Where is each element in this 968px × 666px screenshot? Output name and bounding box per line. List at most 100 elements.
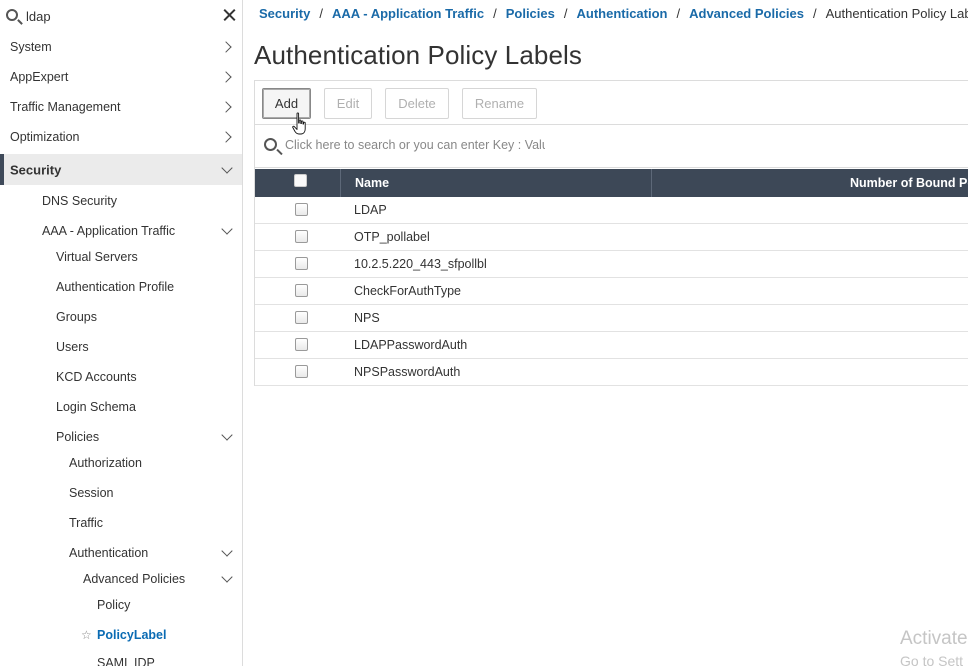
row-checkbox[interactable] bbox=[295, 311, 308, 324]
close-icon[interactable] bbox=[221, 6, 239, 24]
chevron-right-icon bbox=[220, 71, 232, 83]
chevron-down-icon bbox=[221, 161, 233, 174]
sidebar-item-authorization[interactable]: Authorization bbox=[0, 448, 242, 478]
toolbar: Add Edit Delete Rename bbox=[255, 81, 968, 125]
hand-pointer-cursor-icon bbox=[292, 112, 306, 135]
sidebar-item-label: Session bbox=[69, 486, 114, 500]
breadcrumb-security[interactable]: Security bbox=[259, 6, 310, 21]
activate-watermark-subtext: Go to Sett bbox=[900, 653, 964, 666]
sidebar-item-label: Traffic Management bbox=[10, 100, 121, 114]
sidebar-item-kcd-accounts[interactable]: KCD Accounts bbox=[0, 362, 242, 392]
breadcrumb-policies[interactable]: Policies bbox=[506, 6, 555, 21]
sidebar-item-users[interactable]: Users bbox=[0, 332, 242, 362]
table-search-bar bbox=[255, 125, 968, 168]
breadcrumb-current: Authentication Policy Labels bbox=[825, 6, 968, 21]
chevron-down-icon bbox=[221, 223, 233, 235]
search-icon bbox=[6, 9, 18, 21]
sidebar-navigation: System AppExpert Traffic Management Opti… bbox=[0, 0, 243, 666]
sidebar-item-traffic[interactable]: Traffic bbox=[0, 508, 242, 538]
breadcrumb-separator: / bbox=[493, 6, 497, 21]
sidebar-item-session[interactable]: Session bbox=[0, 478, 242, 508]
sidebar-item-label: Policy bbox=[97, 598, 131, 612]
sidebar-item-label: Authorization bbox=[69, 456, 142, 470]
activate-watermark: Activate bbox=[900, 628, 968, 649]
sidebar-item-label: System bbox=[10, 40, 52, 54]
row-name: 10.2.5.220_443_sfpollbl bbox=[354, 257, 487, 271]
sidebar-item-label: AAA - Application Traffic bbox=[42, 224, 176, 238]
sidebar-item-groups[interactable]: Groups bbox=[0, 302, 242, 332]
sidebar-item-label: Authentication bbox=[69, 546, 149, 560]
sidebar-item-label: Login Schema bbox=[56, 400, 136, 414]
breadcrumb-authentication[interactable]: Authentication bbox=[576, 6, 667, 21]
sidebar-item-system[interactable]: System bbox=[0, 32, 242, 62]
breadcrumb-separator: / bbox=[319, 6, 323, 21]
row-name: LDAPPasswordAuth bbox=[354, 338, 468, 352]
main-content: Security / AAA - Application Traffic / Polic… bbox=[244, 0, 968, 666]
sidebar-item-authentication-profile[interactable]: Authentication Profile bbox=[0, 272, 242, 302]
chevron-right-icon bbox=[220, 41, 232, 53]
row-checkbox[interactable] bbox=[295, 284, 308, 297]
table-row[interactable]: NPS bbox=[255, 305, 968, 332]
sidebar-item-virtual-servers[interactable]: Virtual Servers bbox=[0, 242, 242, 272]
row-name: LDAP bbox=[354, 203, 387, 217]
row-name: OTP_pollabel bbox=[354, 230, 430, 244]
breadcrumb-separator: / bbox=[563, 6, 568, 21]
sidebar-item-label: Virtual Servers bbox=[56, 250, 138, 264]
table-search-input[interactable] bbox=[285, 135, 545, 155]
sidebar-item-label: PolicyLabel bbox=[97, 628, 167, 642]
table-row[interactable]: NPSPasswordAuth bbox=[255, 359, 968, 386]
sidebar-item-login-schema[interactable]: Login Schema bbox=[0, 392, 242, 422]
sidebar-item-label: Policies bbox=[56, 430, 100, 444]
policy-labels-panel: Add Edit Delete Rename Name Number of Bo… bbox=[254, 80, 968, 386]
sidebar-item-label: Authentication Profile bbox=[56, 280, 175, 294]
sidebar-item-saml-idp[interactable]: SAML IDP bbox=[0, 648, 242, 666]
table-row[interactable]: LDAP bbox=[255, 197, 968, 224]
sidebar-item-label: Traffic bbox=[69, 516, 104, 530]
sidebar-item-label: SAML IDP bbox=[97, 656, 155, 666]
sidebar-item-optimization[interactable]: Optimization bbox=[0, 122, 242, 152]
nav-search-input[interactable] bbox=[26, 4, 206, 28]
row-checkbox[interactable] bbox=[295, 257, 308, 270]
table-row[interactable]: OTP_pollabel bbox=[255, 224, 968, 251]
row-checkbox[interactable] bbox=[295, 203, 308, 216]
table-row[interactable]: 10.2.5.220_443_sfpollbl bbox=[255, 251, 968, 278]
sidebar-item-security[interactable]: Security bbox=[0, 154, 242, 185]
chevron-right-icon bbox=[220, 131, 232, 143]
row-checkbox[interactable] bbox=[295, 338, 308, 351]
sidebar-item-dns-security[interactable]: DNS Security bbox=[0, 186, 242, 216]
select-all-checkbox[interactable] bbox=[294, 174, 307, 187]
row-name: NPS bbox=[354, 311, 380, 325]
search-icon bbox=[264, 138, 277, 151]
breadcrumb-separator: / bbox=[813, 6, 817, 21]
page-title: Authentication Policy Labels bbox=[254, 40, 583, 70]
breadcrumb-advanced-policies[interactable]: Advanced Policies bbox=[689, 6, 804, 21]
nav-search-bar bbox=[0, 0, 242, 32]
column-header-bound-policies[interactable]: Number of Bound Po bbox=[850, 169, 968, 197]
breadcrumb-aaa-application-traffic[interactable]: AAA - Application Traffic bbox=[332, 6, 484, 21]
sidebar-item-label: Optimization bbox=[10, 130, 80, 144]
sidebar-item-label: Advanced Policies bbox=[83, 572, 186, 586]
table-row[interactable]: CheckForAuthType bbox=[255, 278, 968, 305]
row-checkbox[interactable] bbox=[295, 230, 308, 243]
edit-button[interactable]: Edit bbox=[324, 88, 372, 119]
delete-button[interactable]: Delete bbox=[385, 88, 449, 119]
sidebar-item-traffic-management[interactable]: Traffic Management bbox=[0, 92, 242, 122]
breadcrumb-separator: / bbox=[676, 6, 681, 21]
sidebar-item-label: AppExpert bbox=[10, 70, 69, 84]
chevron-down-icon bbox=[221, 571, 233, 583]
sidebar-item-policy[interactable]: Policy bbox=[0, 590, 242, 620]
chevron-down-icon bbox=[221, 429, 233, 441]
sidebar-item-label: DNS Security bbox=[42, 194, 118, 208]
row-name: NPSPasswordAuth bbox=[354, 365, 461, 379]
table-row[interactable]: LDAPPasswordAuth bbox=[255, 332, 968, 359]
row-checkbox[interactable] bbox=[295, 365, 308, 378]
sidebar-item-label: KCD Accounts bbox=[56, 370, 137, 384]
sidebar-item-policylabel[interactable]: ☆ PolicyLabel bbox=[0, 620, 242, 650]
sidebar-item-label: Security bbox=[10, 162, 62, 177]
column-header-name[interactable]: Name bbox=[355, 169, 389, 197]
sidebar-item-appexpert[interactable]: AppExpert bbox=[0, 62, 242, 92]
table-header: Name Number of Bound Po bbox=[255, 169, 968, 197]
star-icon[interactable]: ☆ bbox=[81, 628, 92, 642]
rename-button[interactable]: Rename bbox=[462, 88, 537, 119]
chevron-right-icon bbox=[220, 101, 232, 113]
